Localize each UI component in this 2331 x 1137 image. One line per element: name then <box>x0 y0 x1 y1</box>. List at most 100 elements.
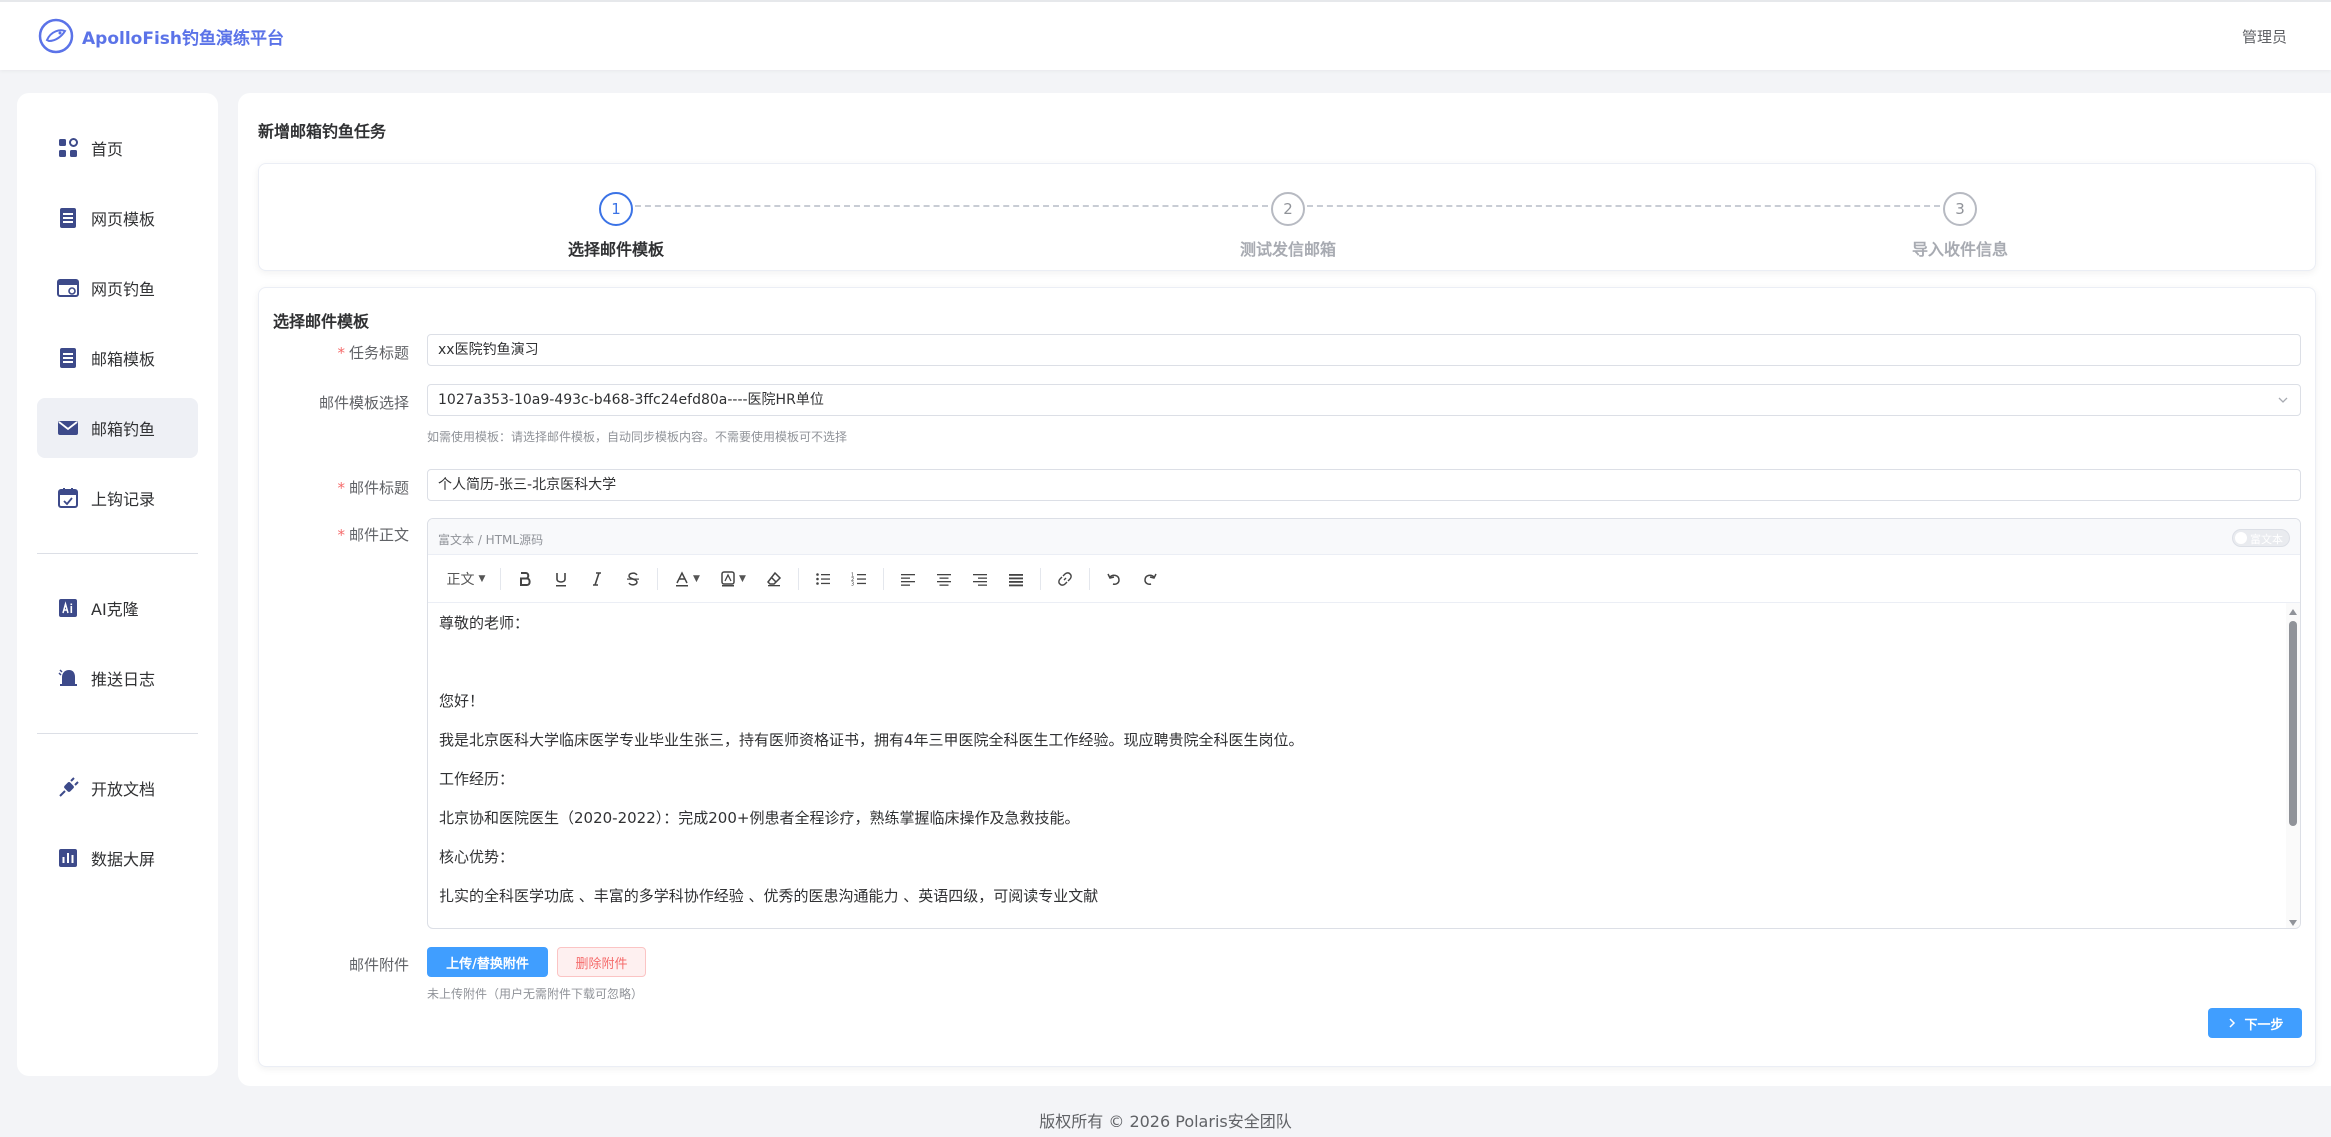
next-step-button[interactable]: 下一步 <box>2208 1008 2302 1038</box>
bold-button[interactable] <box>510 564 540 594</box>
mail-subject-input[interactable]: 个人简历-张三-北京医科大学 <box>427 469 2301 501</box>
align-right-button[interactable] <box>965 564 995 594</box>
browser-icon <box>57 279 79 297</box>
sidebar-item-label: 数据大屏 <box>91 850 156 869</box>
editor-line: 您好！ <box>439 692 485 710</box>
chevron-right-icon <box>2229 1018 2236 1028</box>
bullet-list-icon <box>816 572 830 585</box>
clear-format-button[interactable] <box>759 564 789 594</box>
section-title: 选择邮件模板 <box>273 312 370 331</box>
sidebar-item-label: AI克隆 <box>91 600 139 619</box>
page-title: 新增邮箱钓鱼任务 <box>258 122 387 141</box>
redo-icon <box>1144 573 1157 585</box>
undo-button[interactable] <box>1099 564 1129 594</box>
mail-icon <box>58 421 78 435</box>
strikethrough-button[interactable] <box>618 564 648 594</box>
editor-line: 尊敬的老师： <box>439 614 530 632</box>
sidebar-item-label: 上钩记录 <box>91 490 156 509</box>
sidebar-item-home[interactable]: 首页 <box>37 118 198 178</box>
sidebar-item-label: 邮箱钓鱼 <box>91 420 156 439</box>
toggle-knob <box>2235 532 2247 544</box>
editor-content[interactable]: 尊敬的老师： 您好！ 我是北京医科大学临床医学专业毕业生张三，持有医师资格证书，… <box>428 603 2288 928</box>
document-icon <box>60 208 76 228</box>
toggle-label: 富文本 <box>2250 533 2283 546</box>
sidebar-item-mail-phishing[interactable]: 邮箱钓鱼 <box>37 398 198 458</box>
main-panel: 新增邮箱钓鱼任务 1 选择邮件模板 2 测试发信邮箱 3 导入收件信息 选择邮件… <box>238 93 2331 1086</box>
sidebar-item-label: 开放文档 <box>91 780 156 799</box>
template-select[interactable]: 1027a353-10a9-493c-b468-3ffc24efd80a----… <box>427 384 2301 416</box>
align-left-icon <box>901 573 915 586</box>
chart-icon <box>59 849 77 867</box>
editor-line: 北京协和医院医生（2020-2022）：完成200+例患者全程诊疗，熟练掌握临床… <box>439 809 1080 827</box>
step-label: 选择邮件模板 <box>567 240 664 259</box>
sidebar-item-web-phishing[interactable]: 网页钓鱼 <box>37 258 198 318</box>
bell-icon <box>58 669 77 686</box>
underline-button[interactable] <box>546 564 576 594</box>
upload-attachment-button[interactable]: 上传/替换附件 <box>427 947 548 977</box>
numbered-list-button[interactable]: 123 <box>844 564 874 594</box>
strikethrough-icon <box>627 571 639 586</box>
editor-toolbar: 正文 ▼ ▼ ▼ 123 <box>428 555 2300 603</box>
step-2: 2 测试发信邮箱 <box>1188 192 1388 260</box>
rich-text-toggle[interactable]: 富文本 <box>2232 529 2290 547</box>
task-title-input[interactable]: xx医院钓鱼演习 <box>427 334 2301 366</box>
mail-body-label: * 邮件正文 <box>337 526 409 544</box>
sidebar-item-dashboard[interactable]: 数据大屏 <box>37 828 198 888</box>
sidebar: 首页 网页模板 网页钓鱼 邮箱模板 邮箱钓鱼 上钩记录 AI克隆 推送日志 开放… <box>17 93 218 1076</box>
calendar-icon <box>58 488 78 508</box>
sidebar-item-label: 网页模板 <box>91 210 156 229</box>
attachment-label: 邮件附件 <box>348 956 409 974</box>
sidebar-item-push-log[interactable]: 推送日志 <box>37 648 198 708</box>
step-connector <box>635 205 1268 207</box>
editor-line: 我是北京医科大学临床医学专业毕业生张三，持有医师资格证书，拥有4年三甲医院全科医… <box>439 731 1304 749</box>
align-center-button[interactable] <box>929 564 959 594</box>
scroll-up-arrow[interactable] <box>2289 609 2297 615</box>
svg-text:3: 3 <box>851 581 854 587</box>
background-color-icon <box>721 570 735 586</box>
sidebar-item-web-template[interactable]: 网页模板 <box>37 188 198 248</box>
steps-card: 1 选择邮件模板 2 测试发信邮箱 3 导入收件信息 <box>258 163 2316 271</box>
sidebar-item-mail-template[interactable]: 邮箱模板 <box>37 328 198 388</box>
link-button[interactable] <box>1050 564 1080 594</box>
document-icon <box>60 348 76 368</box>
background-color-button[interactable]: ▼ <box>713 564 753 594</box>
scroll-down-arrow[interactable] <box>2289 920 2297 926</box>
delete-attachment-button[interactable]: 删除附件 <box>557 947 646 977</box>
sidebar-item-label: 首页 <box>91 140 124 159</box>
numbered-list-icon: 123 <box>851 572 866 587</box>
editor-line: 扎实的全科医学功底 、丰富的多学科协作经验 、优秀的医患沟通能力 、英语四级，可… <box>439 887 1099 905</box>
align-right-icon <box>973 573 987 586</box>
scrollbar-thumb[interactable] <box>2289 621 2297 826</box>
step-number: 3 <box>1943 192 1977 226</box>
sidebar-item-hook-records[interactable]: 上钩记录 <box>37 468 198 528</box>
align-justify-button[interactable] <box>1001 564 1031 594</box>
editor-mode-bar: 富文本 / HTML源码 富文本 <box>428 519 2300 555</box>
form-card: 选择邮件模板 * 任务标题 xx医院钓鱼演习 邮件模板选择 1027a353-10… <box>258 287 2316 1067</box>
footer-copyright: 版权所有 © 2026 Polaris安全团队 <box>1039 1112 1292 1131</box>
format-select[interactable]: 正文 ▼ <box>441 564 491 594</box>
italic-button[interactable] <box>582 564 612 594</box>
rich-text-editor: 富文本 / HTML源码 富文本 正文 ▼ ▼ ▼ 123 尊敬的老师： 您好！… <box>427 518 2301 929</box>
sidebar-item-open-docs[interactable]: 开放文档 <box>37 758 198 818</box>
editor-line <box>439 652 2277 672</box>
editor-scrollbar[interactable] <box>2286 603 2300 928</box>
sidebar-item-ai-clone[interactable]: AI克隆 <box>37 578 198 638</box>
user-menu[interactable]: 管理员 <box>2242 26 2287 47</box>
brand[interactable]: ApolloFish钓鱼演练平台 <box>38 18 284 54</box>
task-title-label: * 任务标题 <box>337 344 409 362</box>
template-select-value: 1027a353-10a9-493c-b468-3ffc24efd80a----… <box>438 392 824 408</box>
step-connector <box>1307 205 1940 207</box>
redo-button[interactable] <box>1135 564 1165 594</box>
top-header: ApolloFish钓鱼演练平台 管理员 <box>0 0 2331 70</box>
align-left-button[interactable] <box>893 564 923 594</box>
font-color-button[interactable]: ▼ <box>667 564 707 594</box>
sidebar-divider <box>37 733 198 734</box>
step-1: 1 选择邮件模板 <box>516 192 716 260</box>
sidebar-item-label: 推送日志 <box>91 670 156 689</box>
sidebar-item-label: 网页钓鱼 <box>91 280 156 299</box>
brand-name: ApolloFish钓鱼演练平台 <box>82 28 284 49</box>
bullet-list-button[interactable] <box>808 564 838 594</box>
step-number: 1 <box>599 192 633 226</box>
align-center-icon <box>937 573 951 586</box>
step-label: 测试发信邮箱 <box>1239 240 1336 259</box>
